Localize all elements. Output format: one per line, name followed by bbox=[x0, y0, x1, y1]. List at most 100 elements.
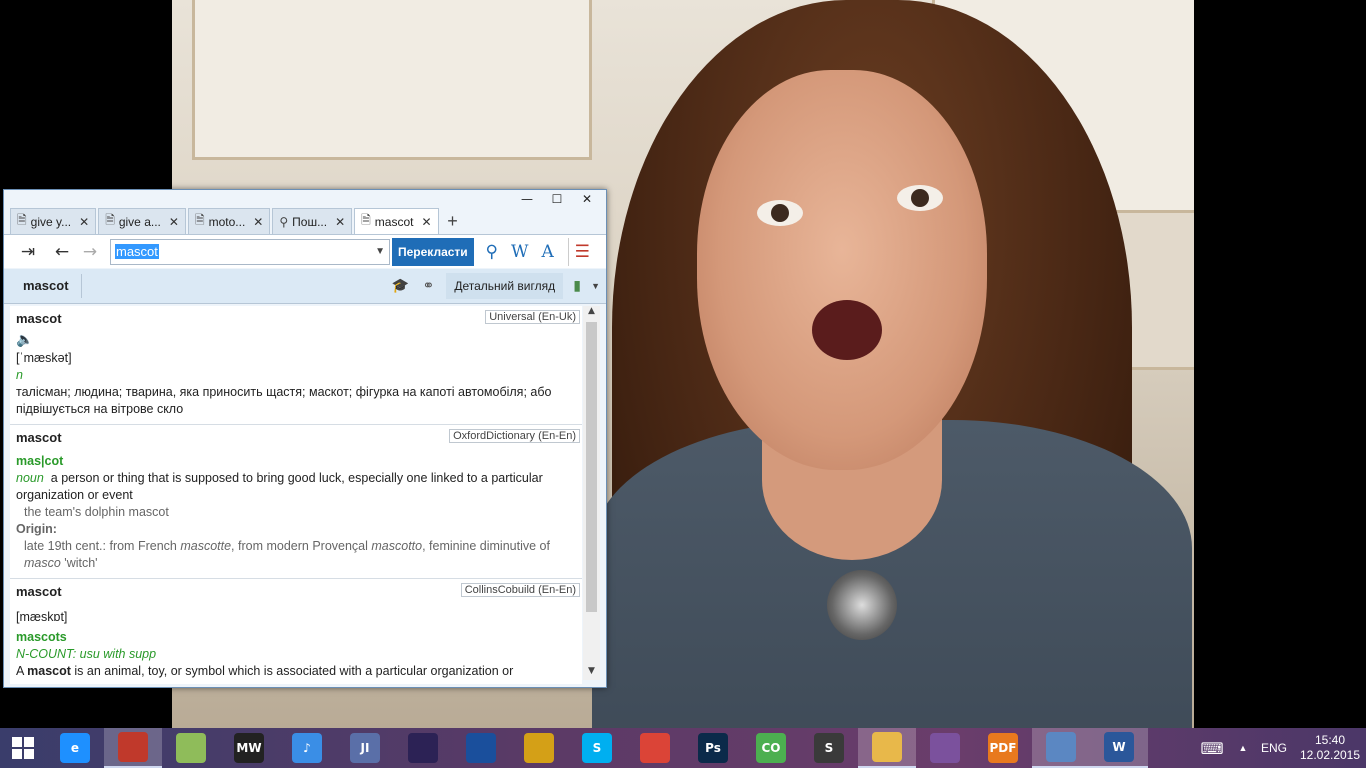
search-icon[interactable]: ⚲ bbox=[478, 238, 506, 266]
search-input[interactable]: mascot ▼ bbox=[110, 238, 390, 265]
taskbar-app-button[interactable]: W bbox=[1090, 728, 1148, 768]
taskbar-app-button[interactable] bbox=[858, 728, 916, 768]
system-tray: ⌨ ▲ ENG 15:40 12.02.2015 bbox=[1192, 728, 1366, 768]
show-hidden-icons-icon[interactable]: ▲ bbox=[1232, 743, 1254, 753]
search-icon: ⚲ bbox=[279, 214, 289, 229]
pin-icon[interactable]: ⇥ bbox=[14, 238, 42, 266]
taskbar: e MW ♪ JI S Ps CO S PDF W ⌨ ▲ ENG 15:40 12.02.201… bbox=[0, 728, 1366, 768]
dictionary-entry: mascot OxfordDictionary (En-En) mas|cot … bbox=[10, 425, 582, 579]
syllables: mas|cot bbox=[16, 454, 64, 468]
taskbar-app-button[interactable] bbox=[452, 728, 510, 768]
close-icon[interactable]: ✕ bbox=[79, 215, 89, 229]
clock-date: 12.02.2015 bbox=[1299, 748, 1361, 762]
dictionary-name[interactable]: Universal (En-Uk) bbox=[485, 310, 580, 324]
sublime-icon: S bbox=[814, 733, 844, 763]
taskbar-app-button[interactable]: ♪ bbox=[278, 728, 336, 768]
scrollbar-thumb[interactable] bbox=[586, 322, 597, 612]
taskbar-app-button[interactable]: Ps bbox=[684, 728, 742, 768]
article-content: mascot Universal (En-Uk) 🔈 [ˈmæskət] n т… bbox=[10, 306, 582, 684]
wikipedia-icon[interactable]: W bbox=[506, 238, 534, 266]
language-indicator[interactable]: ENG bbox=[1254, 741, 1294, 755]
eclipse-icon bbox=[408, 733, 438, 763]
tab-label: moto... bbox=[208, 214, 246, 229]
taskbar-app-button[interactable] bbox=[626, 728, 684, 768]
taskbar-app-button[interactable]: CO bbox=[742, 728, 800, 768]
taskbar-app-button[interactable] bbox=[104, 728, 162, 768]
maximize-button[interactable]: ☐ bbox=[542, 190, 572, 207]
taskbar-app-button[interactable]: e bbox=[46, 728, 104, 768]
vertical-scrollbar[interactable]: ▲ ▼ bbox=[583, 306, 600, 680]
translate-button[interactable]: Перекласти bbox=[392, 237, 474, 266]
part-of-speech: noun bbox=[16, 471, 44, 485]
article-header: mascot 🎓 ⚭ Детальний вигляд ▮ ▼ bbox=[4, 269, 606, 304]
close-icon[interactable]: ✕ bbox=[335, 215, 345, 229]
chevron-down-icon[interactable]: ▼ bbox=[591, 281, 600, 291]
lingvo-icon[interactable]: ☰ bbox=[567, 237, 596, 266]
taskbar-app-button[interactable] bbox=[394, 728, 452, 768]
tab-label: give a... bbox=[118, 214, 161, 229]
keyboard-icon[interactable]: ⌨ bbox=[1192, 734, 1232, 762]
binoculars-icon[interactable]: ⚭ bbox=[414, 272, 442, 300]
font-icon[interactable]: A bbox=[534, 238, 562, 266]
dictionary-window: — ☐ ✕ 🗎 give y... ✕ 🗎 give a... ✕ 🗎 moto… bbox=[3, 189, 607, 688]
close-icon[interactable]: ✕ bbox=[169, 215, 179, 229]
pdf-icon: PDF bbox=[988, 733, 1018, 763]
transcription: [ˈmæskət] bbox=[16, 351, 72, 365]
chevron-down-icon[interactable]: ▼ bbox=[375, 246, 385, 257]
plural-form: mascots bbox=[16, 630, 67, 644]
minimize-button[interactable]: — bbox=[512, 190, 542, 207]
tab-1[interactable]: 🗎 give y... ✕ bbox=[10, 208, 97, 234]
search-value[interactable]: mascot bbox=[115, 244, 159, 259]
ji-app-icon: JI bbox=[350, 733, 380, 763]
close-icon[interactable]: ✕ bbox=[421, 215, 431, 229]
article-headword: mascot bbox=[4, 274, 82, 298]
tab-strip: 🗎 give y... ✕ 🗎 give a... ✕ 🗎 moto... ✕ … bbox=[10, 208, 465, 234]
taskbar-app-button[interactable] bbox=[510, 728, 568, 768]
close-button[interactable]: ✕ bbox=[572, 190, 602, 207]
chrome-icon bbox=[640, 733, 670, 763]
dictionary-entry: mascot CollinsCobuild (En-En) [mæskɒt] m… bbox=[10, 579, 582, 684]
tab-5[interactable]: 🗎 mascot ✕ bbox=[354, 208, 439, 234]
start-button[interactable] bbox=[0, 728, 46, 768]
detail-view-button[interactable]: Детальний вигляд bbox=[446, 273, 564, 299]
taskbar-app-button[interactable] bbox=[162, 728, 220, 768]
taskbar-app-button[interactable]: S bbox=[568, 728, 626, 768]
file-explorer-icon bbox=[872, 732, 902, 762]
clock[interactable]: 15:40 12.02.2015 bbox=[1294, 733, 1366, 763]
book-icon[interactable]: ▮ bbox=[563, 272, 591, 300]
new-tab-button[interactable]: + bbox=[441, 208, 465, 234]
dictionary-name[interactable]: OxfordDictionary (En-En) bbox=[449, 429, 580, 443]
speaker-icon[interactable]: 🔈 bbox=[16, 332, 576, 348]
origin-text: late 19th cent.: from French mascotte, f… bbox=[24, 539, 550, 570]
dictionary-entry: mascot Universal (En-Uk) 🔈 [ˈmæskət] n т… bbox=[10, 306, 582, 425]
taskbar-app-button[interactable] bbox=[916, 728, 974, 768]
taskbar-app-button[interactable]: S bbox=[800, 728, 858, 768]
pendant bbox=[827, 570, 897, 640]
grammar-note: N-COUNT: usu with supp bbox=[16, 647, 157, 661]
taskbar-app-button[interactable]: MW bbox=[220, 728, 278, 768]
scroll-down-icon[interactable]: ▼ bbox=[583, 666, 600, 680]
tab-2[interactable]: 🗎 give a... ✕ bbox=[98, 208, 186, 234]
letterbox-right bbox=[1194, 0, 1366, 728]
page-icon: 🗎 bbox=[194, 213, 205, 227]
graduation-cap-icon[interactable]: 🎓 bbox=[386, 272, 414, 300]
tab-3[interactable]: 🗎 moto... ✕ bbox=[187, 208, 271, 234]
back-arrow-icon[interactable]: ← bbox=[48, 238, 76, 266]
definition: талісман; людина; тварина, яка приносить… bbox=[16, 385, 552, 416]
dictionary-name[interactable]: CollinsCobuild (En-En) bbox=[460, 583, 580, 597]
skype-icon: S bbox=[582, 733, 612, 763]
page-icon: 🗎 bbox=[361, 213, 371, 227]
photoshop-icon: Ps bbox=[698, 733, 728, 763]
close-icon[interactable]: ✕ bbox=[253, 215, 263, 229]
part-of-speech: n bbox=[16, 368, 23, 382]
tools-icon bbox=[524, 733, 554, 763]
tab-4[interactable]: ⚲ Пош... ✕ bbox=[272, 208, 353, 234]
forward-arrow-icon[interactable]: → bbox=[76, 238, 104, 266]
nfs-game-icon: MW bbox=[234, 733, 264, 763]
scroll-up-icon[interactable]: ▲ bbox=[583, 306, 600, 320]
window-titlebar[interactable]: — ☐ ✕ bbox=[4, 190, 606, 208]
taskbar-app-button[interactable]: JI bbox=[336, 728, 394, 768]
page-icon: 🗎 bbox=[17, 213, 27, 227]
taskbar-app-button[interactable] bbox=[1032, 728, 1090, 768]
taskbar-app-button[interactable]: PDF bbox=[974, 728, 1032, 768]
